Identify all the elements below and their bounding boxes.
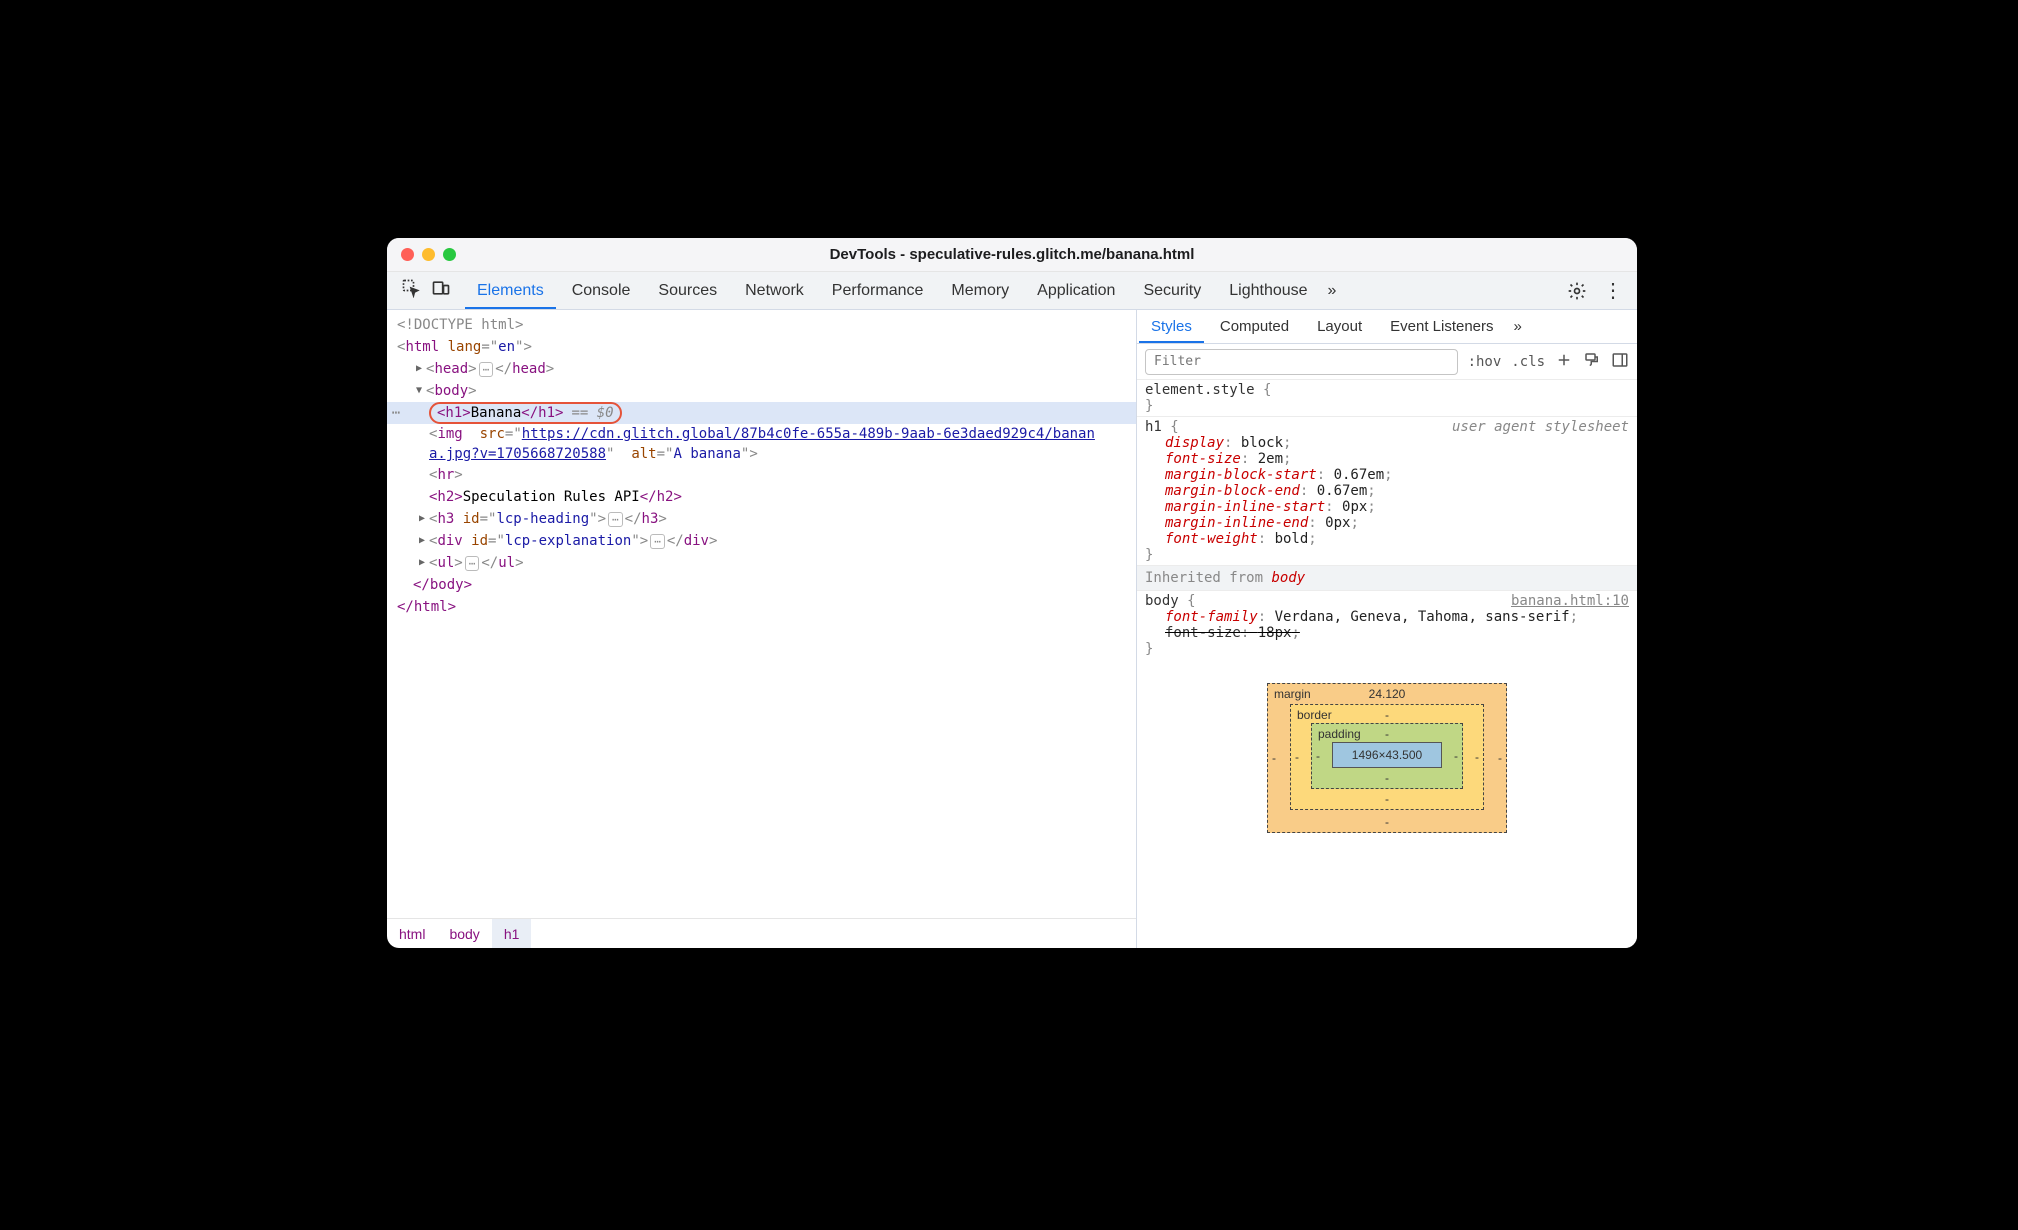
- side-tab-computed[interactable]: Computed: [1206, 310, 1303, 343]
- paint-icon[interactable]: [1583, 351, 1601, 373]
- dom-img[interactable]: <img src="https://cdn.glitch.global/87b4…: [397, 424, 1097, 464]
- box-model: margin 24.120 - - border - - - padding -: [1267, 683, 1507, 833]
- ellipsis-icon[interactable]: ⋯: [608, 512, 623, 527]
- titlebar: DevTools - speculative-rules.glitch.me/b…: [387, 238, 1637, 272]
- tab-sources[interactable]: Sources: [644, 272, 731, 309]
- tab-elements[interactable]: Elements: [463, 272, 558, 309]
- dom-html-close: </html>: [397, 596, 1136, 618]
- elements-panel: <!DOCTYPE html> <html lang="en"> ▶ <head…: [387, 310, 1137, 948]
- breadcrumb-html[interactable]: html: [387, 919, 437, 948]
- breadcrumb-body[interactable]: body: [437, 919, 491, 948]
- kebab-icon[interactable]: ⋮: [1603, 281, 1623, 301]
- ellipsis-icon[interactable]: ⋯: [479, 362, 494, 377]
- tab-memory[interactable]: Memory: [937, 272, 1023, 309]
- tabs-overflow[interactable]: »: [1322, 272, 1343, 309]
- dom-h3[interactable]: ▶ <h3 id="lcp-heading"> ⋯ </h3>: [397, 508, 1136, 530]
- close-icon[interactable]: [401, 248, 414, 261]
- rule-h1[interactable]: h1 { user agent stylesheet display: bloc…: [1137, 417, 1637, 566]
- side-tab-layout[interactable]: Layout: [1303, 310, 1376, 343]
- rule-source: user agent stylesheet: [1452, 419, 1629, 435]
- inherited-from-header: Inherited from body: [1137, 566, 1637, 591]
- dom-html-open[interactable]: <html lang="en">: [397, 336, 1136, 358]
- hov-toggle[interactable]: :hov: [1468, 354, 1502, 370]
- rule-body[interactable]: body { banana.html:10 font-family: Verda…: [1137, 591, 1637, 659]
- cls-toggle[interactable]: .cls: [1511, 354, 1545, 370]
- tab-console[interactable]: Console: [558, 272, 645, 309]
- window-title: DevTools - speculative-rules.glitch.me/b…: [387, 246, 1637, 263]
- tab-security[interactable]: Security: [1129, 272, 1215, 309]
- box-model-content: 1496×43.500: [1332, 742, 1442, 768]
- ellipsis-icon[interactable]: ⋯: [465, 556, 480, 571]
- traffic-lights: [401, 248, 456, 261]
- dom-h1-selected[interactable]: ⋯ <h1> Banana </h1> == $0: [387, 402, 1136, 424]
- dom-head[interactable]: ▶ <head> ⋯ </head>: [397, 358, 1136, 380]
- plus-icon[interactable]: [1555, 351, 1573, 373]
- tab-network[interactable]: Network: [731, 272, 818, 309]
- panel-toggle-icon[interactable]: [1611, 351, 1629, 373]
- gear-icon[interactable]: [1567, 281, 1587, 301]
- device-toggle-icon[interactable]: [431, 278, 451, 303]
- row-actions-icon[interactable]: ⋯: [387, 402, 405, 424]
- rule-element-style[interactable]: element.style { }: [1137, 380, 1637, 417]
- side-tab-styles[interactable]: Styles: [1137, 310, 1206, 343]
- side-tabs-overflow[interactable]: »: [1508, 310, 1528, 343]
- tab-lighthouse[interactable]: Lighthouse: [1215, 272, 1321, 309]
- dom-div[interactable]: ▶ <div id="lcp-explanation"> ⋯ </div>: [397, 530, 1136, 552]
- side-tab-events[interactable]: Event Listeners: [1376, 310, 1507, 343]
- dom-body-close: </body>: [397, 574, 1136, 596]
- ellipsis-icon[interactable]: ⋯: [650, 534, 665, 549]
- zoom-icon[interactable]: [443, 248, 456, 261]
- breadcrumb: html body h1: [387, 918, 1136, 948]
- tab-application[interactable]: Application: [1023, 272, 1129, 309]
- styles-filter-input[interactable]: [1145, 349, 1458, 375]
- panel-tabs: Elements Console Sources Network Perform…: [387, 272, 1637, 310]
- dom-body-open[interactable]: ▼ <body>: [397, 380, 1136, 402]
- inspect-icon[interactable]: [401, 278, 421, 303]
- dom-doctype: <!DOCTYPE html>: [397, 314, 523, 336]
- dom-h2[interactable]: <h2> Speculation Rules API </h2>: [397, 486, 1136, 508]
- rule-link[interactable]: banana.html:10: [1511, 593, 1629, 609]
- dom-hr[interactable]: <hr>: [397, 464, 1136, 486]
- breadcrumb-h1[interactable]: h1: [492, 919, 532, 948]
- minimize-icon[interactable]: [422, 248, 435, 261]
- dom-ul[interactable]: ▶ <ul> ⋯ </ul>: [397, 552, 1136, 574]
- tab-performance[interactable]: Performance: [818, 272, 938, 309]
- styles-panel: Styles Computed Layout Event Listeners »…: [1137, 310, 1637, 948]
- devtools-window: DevTools - speculative-rules.glitch.me/b…: [387, 238, 1637, 948]
